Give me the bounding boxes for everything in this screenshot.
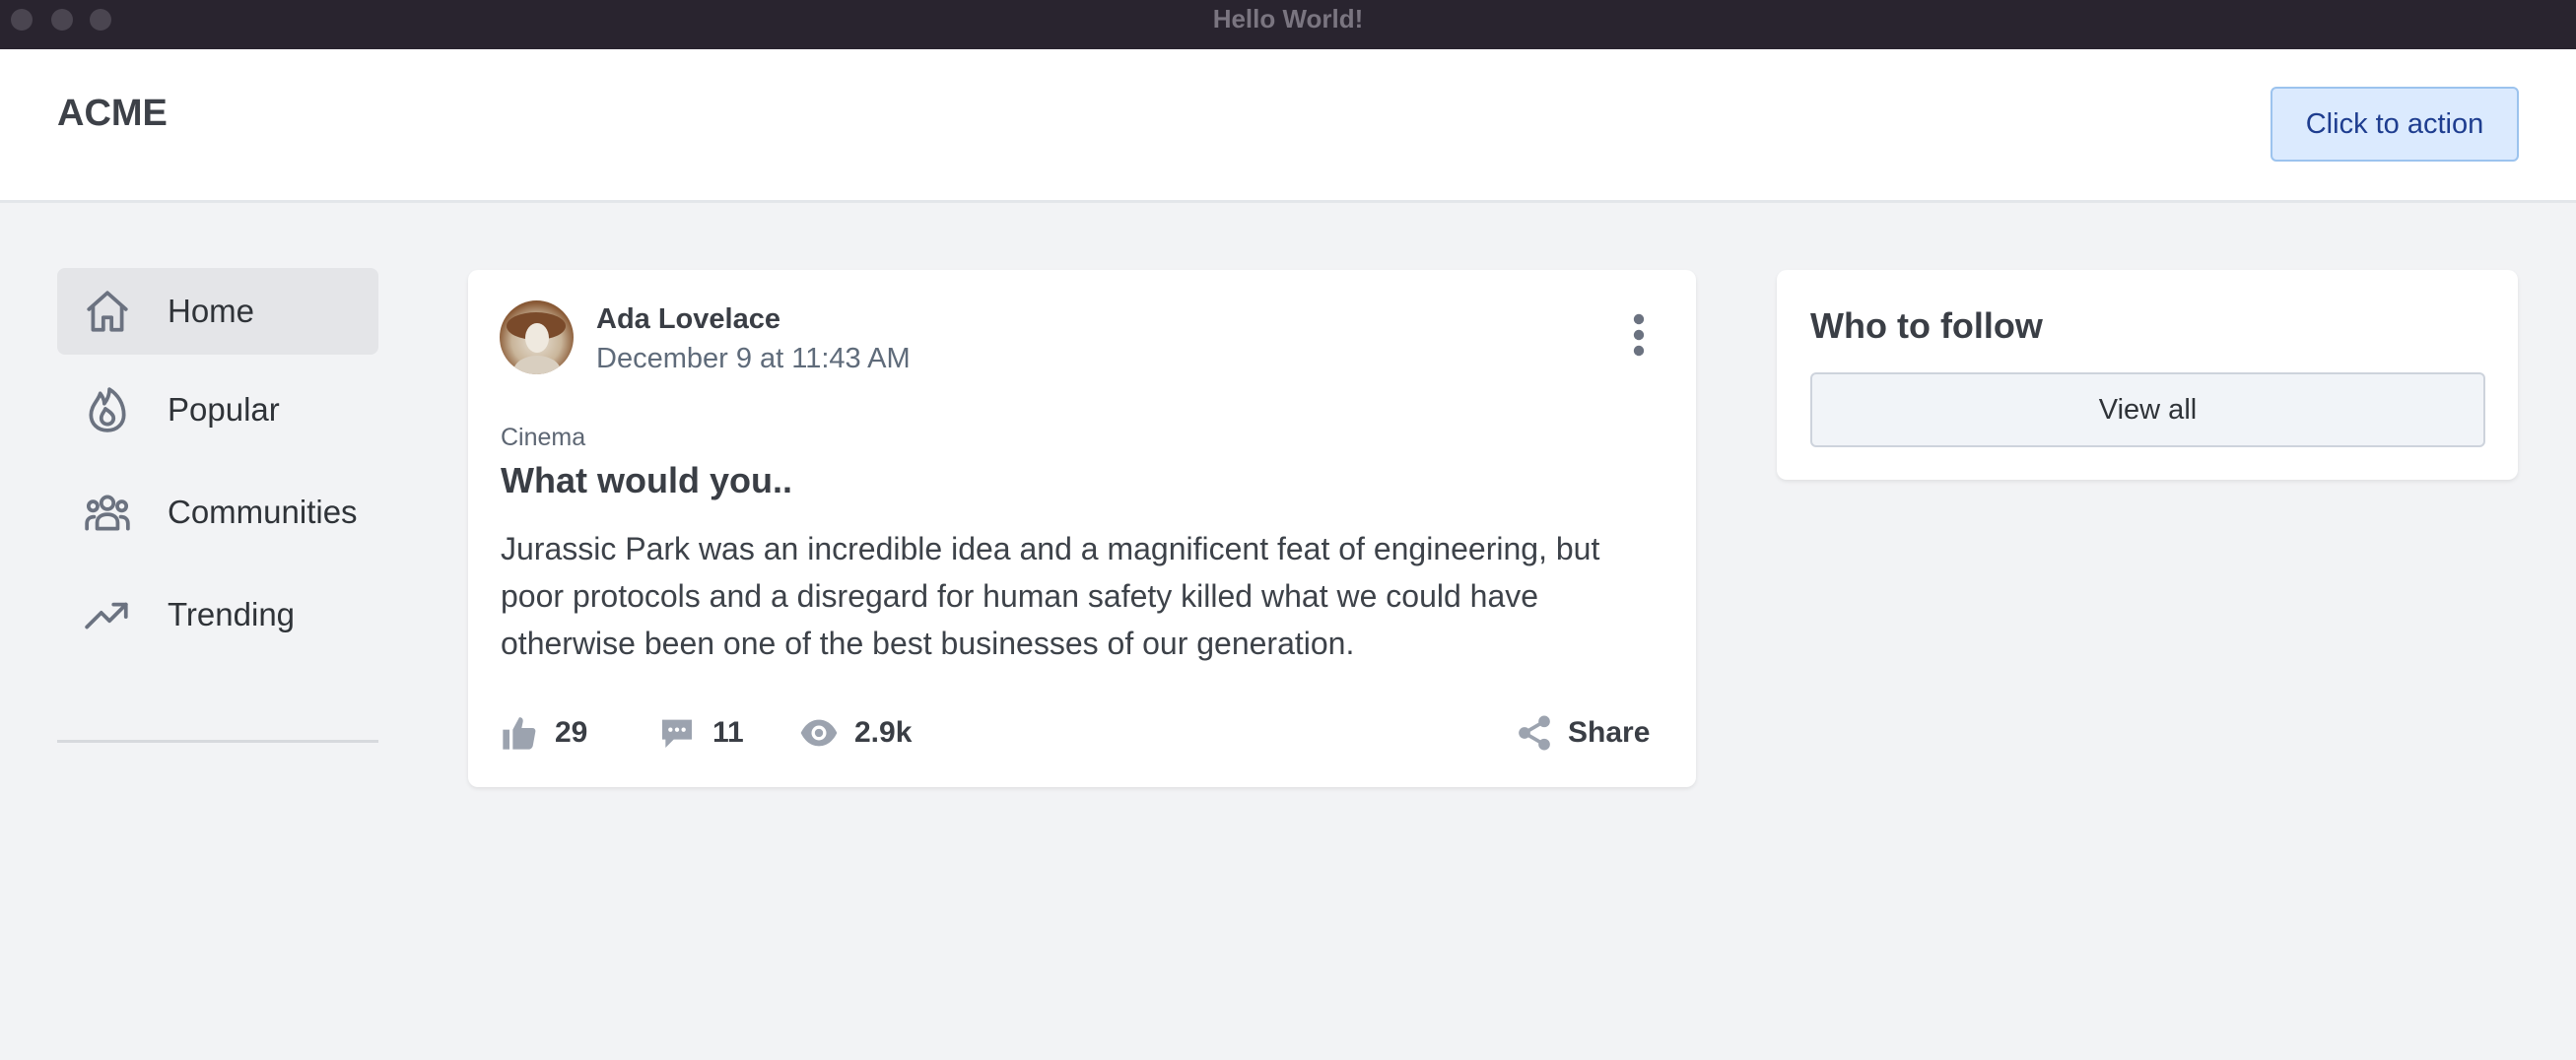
brand-logo[interactable]: ACME [57,93,168,135]
post-date[interactable]: December 9 at 11:43 AM [596,343,911,375]
sidebar-item-label: Trending [168,596,296,632]
comment-count: 11 [712,716,744,749]
post-card: Ada Lovelace December 9 at 11:43 AM Cine… [468,270,1696,787]
users-icon [85,495,130,531]
sidebar-divider [57,740,378,743]
like-button[interactable]: 29 [500,711,587,755]
comment-icon [662,719,692,748]
window-titlebar: Hello World! [0,0,2576,49]
cta-button[interactable]: Click to action [2271,87,2519,162]
trending-icon [85,602,128,629]
post-category[interactable]: Cinema [501,424,585,452]
views-indicator: 2.9k [799,711,912,755]
post-body: Jurassic Park was an incredible idea and… [501,531,1600,661]
comment-button[interactable]: 11 [657,711,744,755]
avatar-portrait-icon [507,312,566,374]
share-label: Share [1568,716,1651,749]
sidebar-item-label: Communities [168,494,358,530]
sidebar-item-label: Popular [168,391,280,428]
view-all-button[interactable]: View all [1810,372,2485,447]
thumbs-up-icon [503,717,536,750]
share-button[interactable]: Share [1515,711,1650,755]
sidebar-item-trending[interactable]: Trending [57,571,378,658]
sidebar-item-home[interactable]: Home [57,268,378,355]
post-author[interactable]: Ada Lovelace [596,303,780,336]
flame-icon [89,387,126,432]
sidebar-item-popular[interactable]: Popular [57,366,378,453]
sidebar-item-label: Home [168,293,255,329]
eye-icon [800,719,838,747]
who-to-follow-card: Who to follow View all [1777,270,2518,480]
view-count: 2.9k [854,716,913,749]
app-header: ACME Click to action [0,49,2576,203]
post-title[interactable]: What would you.. [501,460,792,501]
like-count: 29 [555,716,588,749]
more-options-icon[interactable] [1629,313,1649,357]
sidebar-item-communities[interactable]: Communities [57,469,378,556]
avatar[interactable] [500,300,574,374]
who-to-follow-title: Who to follow [1810,305,2043,346]
window-title: Hello World! [1212,4,1364,33]
home-icon [87,291,128,332]
share-icon [1519,715,1550,751]
